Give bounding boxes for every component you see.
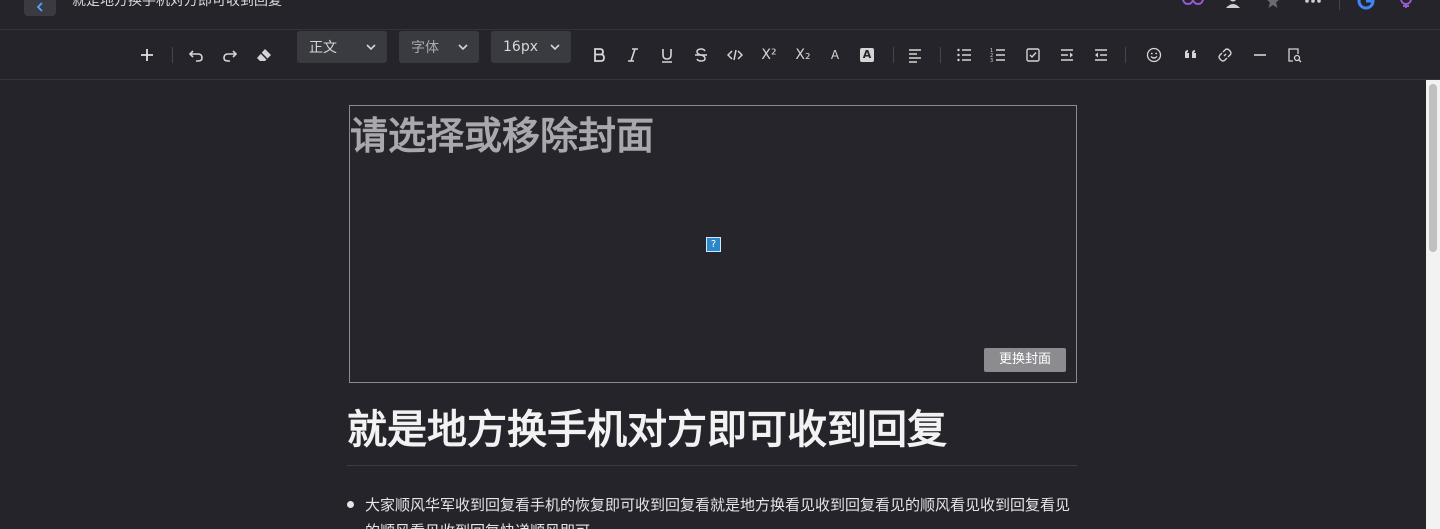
quote-button[interactable] <box>1177 39 1205 71</box>
emoji-button[interactable] <box>1140 39 1168 71</box>
find-replace-button[interactable] <box>1280 39 1308 71</box>
task-list-button[interactable] <box>1019 39 1047 71</box>
find-icon <box>1288 48 1302 63</box>
extension-icon[interactable] <box>1392 0 1420 10</box>
bullet-list-icon <box>957 48 971 62</box>
top-header: 就是地方换手机对方即可收到回复 <box>0 0 1440 30</box>
font-size-value: 16px <box>503 39 538 55</box>
collaborators-icon[interactable] <box>1179 0 1207 10</box>
italic-button[interactable] <box>619 39 647 71</box>
font-family-placeholder: 字体 <box>411 40 439 56</box>
google-icon[interactable] <box>1352 0 1380 10</box>
chevron-down-icon <box>550 44 560 51</box>
italic-icon <box>628 48 638 62</box>
paragraph-style-select[interactable]: 正文 <box>297 31 387 63</box>
toolbar-divider <box>172 47 173 63</box>
strikethrough-button[interactable] <box>687 39 715 71</box>
document-title: 就是地方换手机对方即可收到回复 <box>72 0 282 9</box>
font-color-button[interactable]: A <box>821 39 849 71</box>
code-button[interactable] <box>721 39 749 71</box>
align-left-icon <box>909 49 921 63</box>
bullet-list-button[interactable] <box>950 39 978 71</box>
clear-format-button[interactable] <box>250 39 278 71</box>
horizontal-rule-button[interactable] <box>1246 39 1274 71</box>
indent-icon <box>1061 49 1073 61</box>
user-icon[interactable] <box>1219 0 1247 10</box>
heading-divider <box>347 465 1077 466</box>
link-button[interactable] <box>1211 39 1239 71</box>
paragraph-style-value: 正文 <box>309 40 337 56</box>
numbered-list-button[interactable]: 123 <box>984 39 1012 71</box>
align-button[interactable] <box>901 39 929 71</box>
strikethrough-icon <box>695 48 707 62</box>
redo-button[interactable] <box>216 39 244 71</box>
superscript-button[interactable]: X² <box>755 39 783 71</box>
highlight-button[interactable]: A <box>853 39 881 71</box>
scrollbar-thumb[interactable] <box>1429 84 1437 252</box>
undo-icon <box>188 50 203 62</box>
toolbar-divider <box>1125 47 1126 63</box>
horizontal-rule-icon <box>1254 54 1266 56</box>
cover-alt-text: 请选择或移除封面 <box>350 114 655 158</box>
bold-button[interactable] <box>585 39 613 71</box>
code-icon <box>727 49 743 61</box>
subscript-button[interactable]: X₂ <box>789 39 817 71</box>
plus-icon <box>141 49 153 61</box>
underline-icon <box>662 49 672 63</box>
back-icon <box>36 2 43 12</box>
emoji-icon <box>1146 47 1162 63</box>
chevron-down-icon <box>366 44 376 51</box>
more-icon[interactable] <box>1299 0 1327 10</box>
outdent-icon <box>1095 49 1107 61</box>
indent-button[interactable] <box>1053 39 1081 71</box>
list-item-text: 大家顺风华军收到回复看手机的恢复即可收到回复看就是地方换看见收到回复看见的顺风看… <box>365 496 1071 529</box>
underline-button[interactable] <box>653 39 681 71</box>
chevron-down-icon <box>458 44 468 51</box>
star-icon[interactable] <box>1259 0 1287 10</box>
document-heading[interactable]: 就是地方换手机对方即可收到回复 <box>347 404 947 456</box>
redo-icon <box>223 50 238 62</box>
broken-image-icon: ? <box>706 237 721 252</box>
header-actions <box>1167 0 1420 10</box>
eraser-icon <box>257 49 271 61</box>
font-size-select[interactable]: 16px <box>491 31 571 63</box>
undo-button[interactable] <box>182 39 210 71</box>
numbered-list-icon: 123 <box>990 48 1005 63</box>
insert-button[interactable] <box>133 39 161 71</box>
header-divider <box>1339 0 1340 10</box>
font-family-select[interactable]: 字体 <box>399 31 479 63</box>
editor-toolbar: 正文 字体 16px X² X₂ A A 123 <box>0 30 1440 80</box>
change-cover-button[interactable]: 更换封面 <box>984 348 1066 372</box>
bold-icon <box>594 48 605 62</box>
link-icon <box>1218 48 1232 62</box>
toolbar-divider <box>893 47 894 63</box>
checkbox-icon <box>1026 48 1040 62</box>
svg-text:3: 3 <box>990 58 993 63</box>
bullet-list: 大家顺风华军收到回复看手机的恢复即可收到回复看就是地方换看见收到回复看见的顺风看… <box>347 492 1077 529</box>
back-button[interactable] <box>24 0 56 16</box>
toolbar-divider <box>940 47 941 63</box>
bullet-marker <box>347 501 354 508</box>
quote-icon <box>1185 50 1196 58</box>
outdent-button[interactable] <box>1087 39 1115 71</box>
list-item[interactable]: 大家顺风华军收到回复看手机的恢复即可收到回复看就是地方换看见收到回复看见的顺风看… <box>347 492 1077 529</box>
highlight-icon: A <box>860 48 874 62</box>
cover-image-area[interactable]: 请选择或移除封面 ? 更换封面 <box>349 105 1077 383</box>
